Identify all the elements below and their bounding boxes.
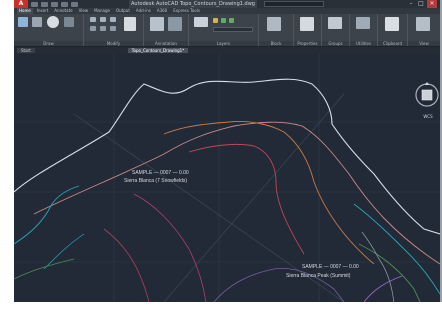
panel-layers: Layers <box>189 14 259 46</box>
view-icon[interactable] <box>416 17 430 31</box>
panel-utilities: Utilities <box>350 14 378 46</box>
contour-white <box>14 78 440 235</box>
construction-line <box>163 93 345 302</box>
search-input[interactable] <box>264 1 324 7</box>
maximize-button[interactable]: □ <box>416 0 426 8</box>
contour-orange <box>163 121 375 265</box>
annotation-label-b-line1: SAMPLE — 0007 — 0.00 <box>302 264 359 270</box>
match-properties-icon[interactable] <box>300 17 314 31</box>
layer-lock-icon[interactable] <box>229 18 234 23</box>
title-bar: A Autodesk AutoCAD Topo_Contours_Drawing… <box>14 0 440 8</box>
layer-properties-icon[interactable] <box>194 17 208 27</box>
redo-icon[interactable] <box>71 1 78 7</box>
panel-label-clipboard: Clipboard <box>378 41 407 46</box>
move-icon[interactable] <box>90 17 96 22</box>
panel-label-properties: Properties <box>294 41 321 46</box>
contour-pink <box>33 121 440 265</box>
contour-purple <box>363 275 403 302</box>
viewcube-wcs-label[interactable]: WCS <box>419 114 437 119</box>
insert-block-icon[interactable] <box>267 17 281 31</box>
ribbon: Draw Modify Annotation Layers Block Prop… <box>14 14 440 46</box>
panel-properties: Properties <box>294 14 322 46</box>
panel-label-view: View <box>408 41 440 46</box>
layer-freeze-icon[interactable] <box>221 18 226 23</box>
text-icon[interactable] <box>124 17 136 31</box>
drawing-grid <box>14 54 440 302</box>
arc-icon[interactable] <box>64 17 74 27</box>
undo-icon[interactable] <box>61 1 68 7</box>
panel-label-layers: Layers <box>189 41 258 46</box>
panel-annotation: Annotation <box>144 14 189 46</box>
leader-icon[interactable] <box>168 17 182 31</box>
file-tab-drawing[interactable]: Topo_Contours_Drawing1* <box>127 48 189 53</box>
drawing-canvas[interactable]: SAMPLE — 0007 — 0.00 Sierra Blanca (7 Sn… <box>14 54 440 302</box>
dimension-icon[interactable] <box>150 17 164 31</box>
new-icon[interactable] <box>31 1 38 7</box>
contour-cyan <box>353 203 440 295</box>
trim-icon[interactable] <box>110 17 116 22</box>
app-menu-button[interactable]: A <box>14 0 28 8</box>
group-icon[interactable] <box>328 17 342 29</box>
contour-green <box>358 243 421 302</box>
contour-magenta <box>133 193 207 302</box>
cad-application-window: A Autodesk AutoCAD Topo_Contours_Drawing… <box>14 0 440 302</box>
panel-label-annotation: Annotation <box>144 41 188 46</box>
save-icon[interactable] <box>51 1 58 7</box>
viewcube-face-top <box>421 89 433 101</box>
file-tab-start[interactable]: Start <box>17 48 35 53</box>
file-tab-bar: Start Topo_Contours_Drawing1* <box>14 47 440 54</box>
copy-icon[interactable] <box>90 26 96 31</box>
panel-draw: Draw <box>14 14 84 46</box>
mirror-icon[interactable] <box>100 26 106 31</box>
minimize-button[interactable]: – <box>406 0 416 8</box>
contour-cyan <box>43 233 85 270</box>
measure-icon[interactable] <box>356 17 370 29</box>
annotation-label-b-line2: Sierra Blanca Peak (Summit) <box>286 273 351 279</box>
panel-block: Block <box>259 14 294 46</box>
contour-gray <box>361 231 395 302</box>
contour-map <box>14 54 440 302</box>
panel-view: View <box>408 14 440 46</box>
screenshot-frame: A Autodesk AutoCAD Topo_Contours_Drawing… <box>0 0 442 313</box>
panel-label-groups: Groups <box>322 41 349 46</box>
open-icon[interactable] <box>41 1 48 7</box>
annotation-label-a-line1: SAMPLE — 0007 — 0.00 <box>132 170 189 176</box>
contour-red <box>188 143 305 255</box>
panel-label-block: Block <box>259 41 293 46</box>
paste-icon[interactable] <box>385 17 399 31</box>
panel-clipboard: Clipboard <box>378 14 408 46</box>
panel-modify: Modify <box>84 14 144 46</box>
panel-label-draw: Draw <box>14 41 83 46</box>
rotate-icon[interactable] <box>100 17 106 22</box>
panel-label-modify: Modify <box>84 41 143 46</box>
window-title: Autodesk AutoCAD Topo_Contours_Drawing1.… <box>129 0 257 8</box>
panel-groups: Groups <box>322 14 350 46</box>
annotation-label-a-line2: Sierra Blanca (7 Snowfields) <box>124 178 188 184</box>
close-button[interactable]: ✕ <box>427 0 437 8</box>
layer-dropdown[interactable] <box>213 27 253 32</box>
fillet-icon[interactable] <box>110 26 116 31</box>
viewcube[interactable] <box>414 82 440 108</box>
line-icon[interactable] <box>18 17 28 27</box>
contour-magenta <box>103 228 150 302</box>
panel-label-utilities: Utilities <box>350 41 377 46</box>
layer-on-icon[interactable] <box>213 18 218 23</box>
polyline-icon[interactable] <box>32 17 42 27</box>
contour-cyan <box>14 185 80 245</box>
circle-icon[interactable] <box>47 16 59 28</box>
